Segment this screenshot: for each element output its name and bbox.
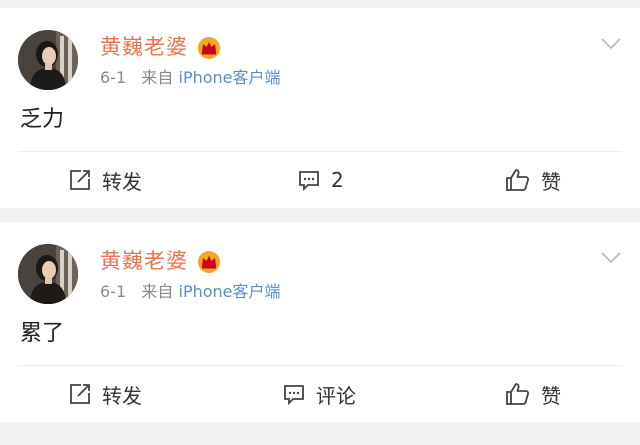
avatar[interactable]: [18, 30, 78, 90]
source-prefix: 来自: [141, 68, 174, 87]
post-meta: 6-1 来自 iPhone客户端: [100, 68, 281, 88]
post-content: 累了: [20, 321, 65, 346]
comment-label: 评论: [316, 383, 356, 408]
weibo-post-card: 黄巍老婆 6-1 来自 iPhone客户端 累了 转发 评论 赞: [0, 222, 640, 422]
card-gap: [0, 208, 640, 222]
weibo-post-card: 黄巍老婆 6-1 来自 iPhone客户端 乏力 转发 2 赞: [0, 8, 640, 208]
avatar[interactable]: [18, 244, 78, 304]
repost-icon: [70, 170, 90, 190]
source-client[interactable]: iPhone客户端: [179, 68, 281, 87]
chevron-down-icon[interactable]: [600, 250, 622, 266]
post-meta: 6-1 来自 iPhone客户端: [100, 282, 281, 302]
like-icon: [506, 169, 530, 191]
comment-count: 2: [331, 168, 344, 192]
top-gap: [0, 0, 640, 8]
action-bar: 转发 2 赞: [0, 152, 640, 208]
repost-label: 转发: [102, 169, 142, 194]
like-button[interactable]: 赞: [505, 152, 561, 208]
like-label: 赞: [541, 169, 561, 194]
like-label: 赞: [541, 383, 561, 408]
repost-icon: [70, 384, 90, 404]
repost-label: 转发: [102, 383, 142, 408]
post-content: 乏力: [20, 107, 65, 132]
repost-button[interactable]: 转发: [68, 366, 142, 422]
repost-button[interactable]: 转发: [68, 152, 142, 208]
username[interactable]: 黄巍老婆: [100, 248, 188, 274]
comment-button[interactable]: 2: [297, 152, 344, 208]
chevron-down-icon[interactable]: [600, 36, 622, 52]
username[interactable]: 黄巍老婆: [100, 34, 188, 60]
vip-crown-icon[interactable]: [197, 36, 221, 60]
post-date: 6-1: [100, 282, 127, 301]
vip-crown-icon[interactable]: [197, 250, 221, 274]
like-button[interactable]: 赞: [505, 366, 561, 422]
source-prefix: 来自: [141, 282, 174, 301]
comment-icon: [284, 385, 304, 406]
source-client[interactable]: iPhone客户端: [179, 282, 281, 301]
comment-button[interactable]: 评论: [282, 366, 356, 422]
like-icon: [506, 383, 530, 405]
action-bar: 转发 评论 赞: [0, 366, 640, 422]
comment-icon: [299, 171, 319, 192]
post-date: 6-1: [100, 68, 127, 87]
